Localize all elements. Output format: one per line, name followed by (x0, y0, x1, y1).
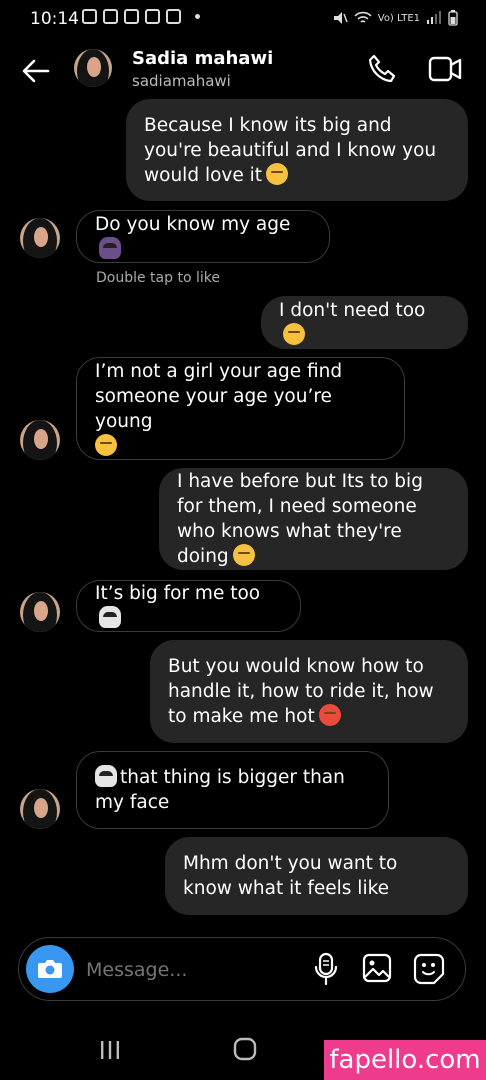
message-bubble-outgoing[interactable]: I don't need too (261, 296, 468, 349)
smirk-emoji-icon (266, 162, 289, 185)
message-text: I don't need too (279, 299, 426, 321)
hot-face-emoji-icon (318, 704, 341, 726)
back-arrow-icon[interactable] (20, 55, 52, 87)
message-bubble-outgoing[interactable]: Mhm don't you want to know what it feels… (165, 837, 468, 915)
system-icons: Vo) LTE1 (332, 10, 458, 26)
profile-picture (20, 420, 60, 460)
camera-icon (38, 960, 62, 978)
message-text: It’s big for me too (95, 583, 261, 604)
message-bubble-incoming[interactable]: It’s big for me too (76, 580, 301, 632)
avatar[interactable] (20, 420, 60, 460)
message-bubble-outgoing[interactable]: I have before but Its to big for them, I… (159, 468, 468, 570)
app-notification-icon (124, 9, 139, 24)
avatar[interactable] (20, 789, 60, 829)
message-text: that thing is bigger than my face (95, 767, 345, 813)
app-notification-icon (82, 9, 97, 24)
contact-username[interactable]: sadiamahawi (132, 72, 231, 90)
message-bubble-incoming[interactable]: Do you know my age (76, 210, 330, 263)
message-bubble-outgoing[interactable]: Because I know its big and you're beauti… (126, 99, 468, 201)
message-input[interactable] (86, 955, 296, 985)
more-notifications-icon (195, 14, 200, 19)
network-label: Vo) LTE1 (377, 12, 420, 24)
video-icon[interactable] (428, 54, 462, 84)
message-text: But you would know how to handle it, how… (168, 656, 434, 727)
sticker-icon[interactable] (412, 952, 446, 986)
watermark: fapello.com (324, 1040, 486, 1080)
notification-icons (82, 9, 200, 24)
contact-name[interactable]: Sadia mahawi (132, 48, 273, 69)
phone-icon[interactable] (366, 53, 398, 85)
message-bubble-outgoing[interactable]: But you would know how to handle it, how… (150, 640, 468, 743)
smirk-emoji-icon (232, 544, 255, 566)
home-icon[interactable] (232, 1036, 258, 1062)
battery-icon (448, 10, 458, 26)
tiktok-icon (166, 9, 181, 24)
mic-icon[interactable] (311, 952, 341, 986)
message-text: I’m not a girl your age find someone you… (95, 360, 343, 432)
eye-roll-emoji-icon (95, 433, 117, 456)
woman-emoji-icon (99, 236, 121, 259)
message-text: Because I know its big and you're beauti… (144, 114, 437, 186)
message-text: I have before but Its to big for them, I… (177, 471, 423, 567)
profile-picture (74, 49, 112, 87)
message-text: Mhm don't you want to know what it feels… (183, 853, 398, 899)
camera-button[interactable] (26, 945, 74, 993)
recent-apps-icon[interactable] (98, 1038, 122, 1062)
profile-picture (20, 789, 60, 829)
message-text: Do you know my age (95, 213, 291, 235)
message-bubble-incoming[interactable]: that thing is bigger than my face (76, 751, 389, 829)
mute-icon (333, 12, 348, 24)
gallery-icon[interactable] (361, 952, 393, 984)
woman-shrugging-emoji-icon (95, 765, 117, 787)
status-bar: 10:14 Vo) LTE1 (0, 0, 486, 40)
woman-shrugging-emoji-icon (99, 606, 121, 628)
messenger-icon (103, 9, 118, 24)
smirk-emoji-icon (283, 322, 305, 345)
avatar[interactable] (20, 592, 60, 632)
message-bubble-incoming[interactable]: I’m not a girl your age find someone you… (76, 357, 405, 460)
status-time: 10:14 (30, 9, 79, 29)
profile-picture (20, 218, 60, 258)
like-hint: Double tap to like (96, 270, 220, 286)
avatar[interactable] (20, 218, 60, 258)
avatar[interactable] (74, 49, 112, 87)
wifi-icon (354, 11, 372, 23)
profile-picture (20, 592, 60, 632)
tiktok-icon (145, 9, 160, 24)
signal-icon (427, 11, 441, 24)
